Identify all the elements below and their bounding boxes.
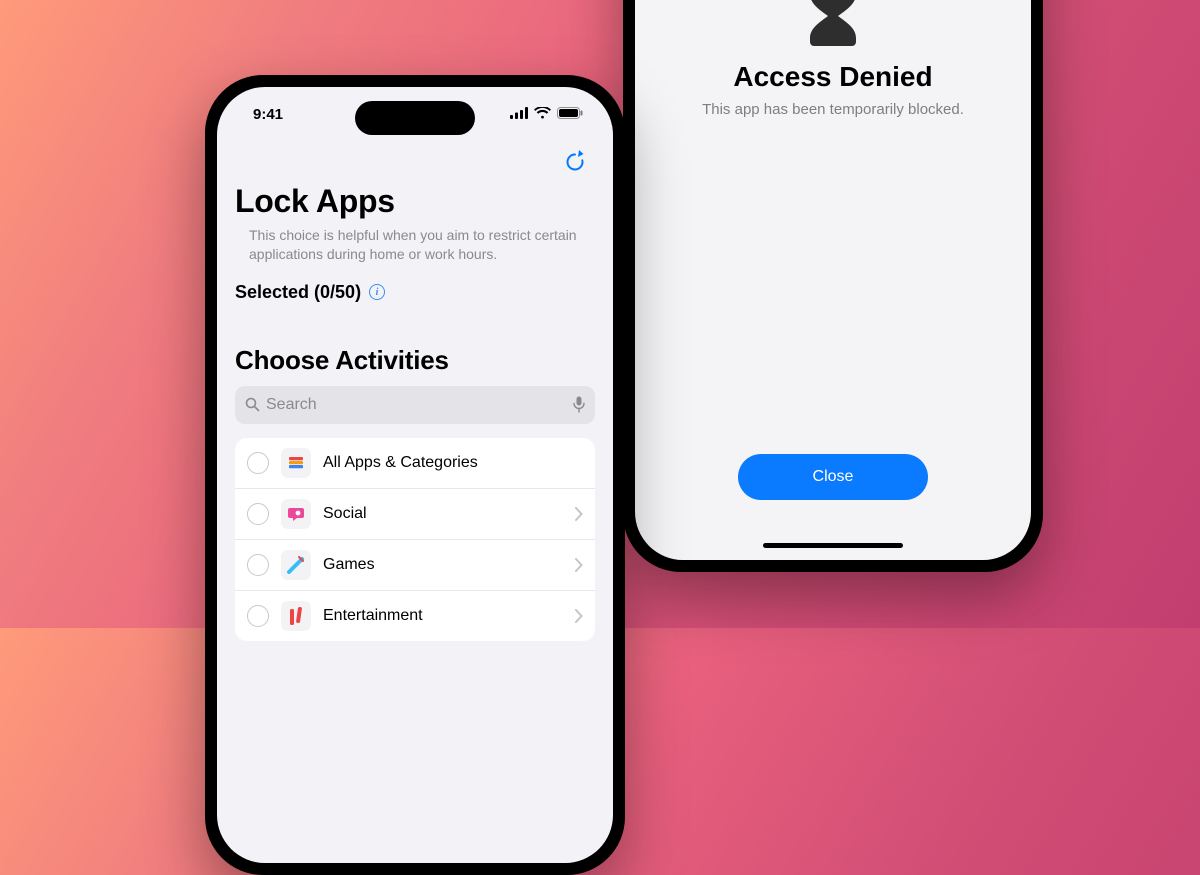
radio-unchecked[interactable] <box>247 452 269 474</box>
list-item[interactable]: Entertainment <box>235 591 595 641</box>
list-item[interactable]: Social <box>235 489 595 540</box>
wifi-icon <box>534 106 551 123</box>
radio-unchecked[interactable] <box>247 503 269 525</box>
list-item-label: All Apps & Categories <box>323 454 583 472</box>
selected-count: Selected (0/50) <box>235 282 361 303</box>
list-item-label: Social <box>323 505 563 523</box>
list-item[interactable]: Games <box>235 540 595 591</box>
phone-access-denied: Access Denied This app has been temporar… <box>623 0 1043 572</box>
games-icon <box>281 550 311 580</box>
chevron-right-icon <box>575 558 583 572</box>
section-title: Choose Activities <box>235 345 595 376</box>
search-input[interactable]: Search <box>235 386 595 424</box>
home-indicator[interactable] <box>763 543 903 548</box>
entertainment-icon <box>281 601 311 631</box>
status-time: 9:41 <box>253 106 283 123</box>
mic-icon[interactable] <box>573 396 585 413</box>
activities-list: All Apps & Categories Social <box>235 438 595 641</box>
chevron-right-icon <box>575 507 583 521</box>
search-icon <box>245 397 260 412</box>
denied-title: Access Denied <box>733 61 932 93</box>
page-title: Lock Apps <box>235 183 595 220</box>
radio-unchecked[interactable] <box>247 605 269 627</box>
search-placeholder: Search <box>266 396 573 414</box>
social-icon <box>281 499 311 529</box>
info-icon[interactable]: i <box>369 284 385 300</box>
radio-unchecked[interactable] <box>247 554 269 576</box>
close-label: Close <box>813 468 854 486</box>
battery-icon <box>557 106 583 123</box>
dynamic-island <box>355 101 475 135</box>
list-item-label: Entertainment <box>323 607 563 625</box>
close-button[interactable]: Close <box>738 454 928 500</box>
denied-subtitle: This app has been temporarily blocked. <box>702 101 964 118</box>
phone-lock-apps: 9:41 <box>205 75 625 875</box>
refresh-icon <box>565 150 585 172</box>
list-item[interactable]: All Apps & Categories <box>235 438 595 489</box>
list-item-label: Games <box>323 556 563 574</box>
page-subtitle: This choice is helpful when you aim to r… <box>235 226 595 264</box>
cellular-icon <box>510 106 528 123</box>
all-apps-icon <box>281 448 311 478</box>
refresh-button[interactable] <box>557 143 593 179</box>
chevron-right-icon <box>575 609 583 623</box>
hourglass-icon <box>806 0 860 53</box>
